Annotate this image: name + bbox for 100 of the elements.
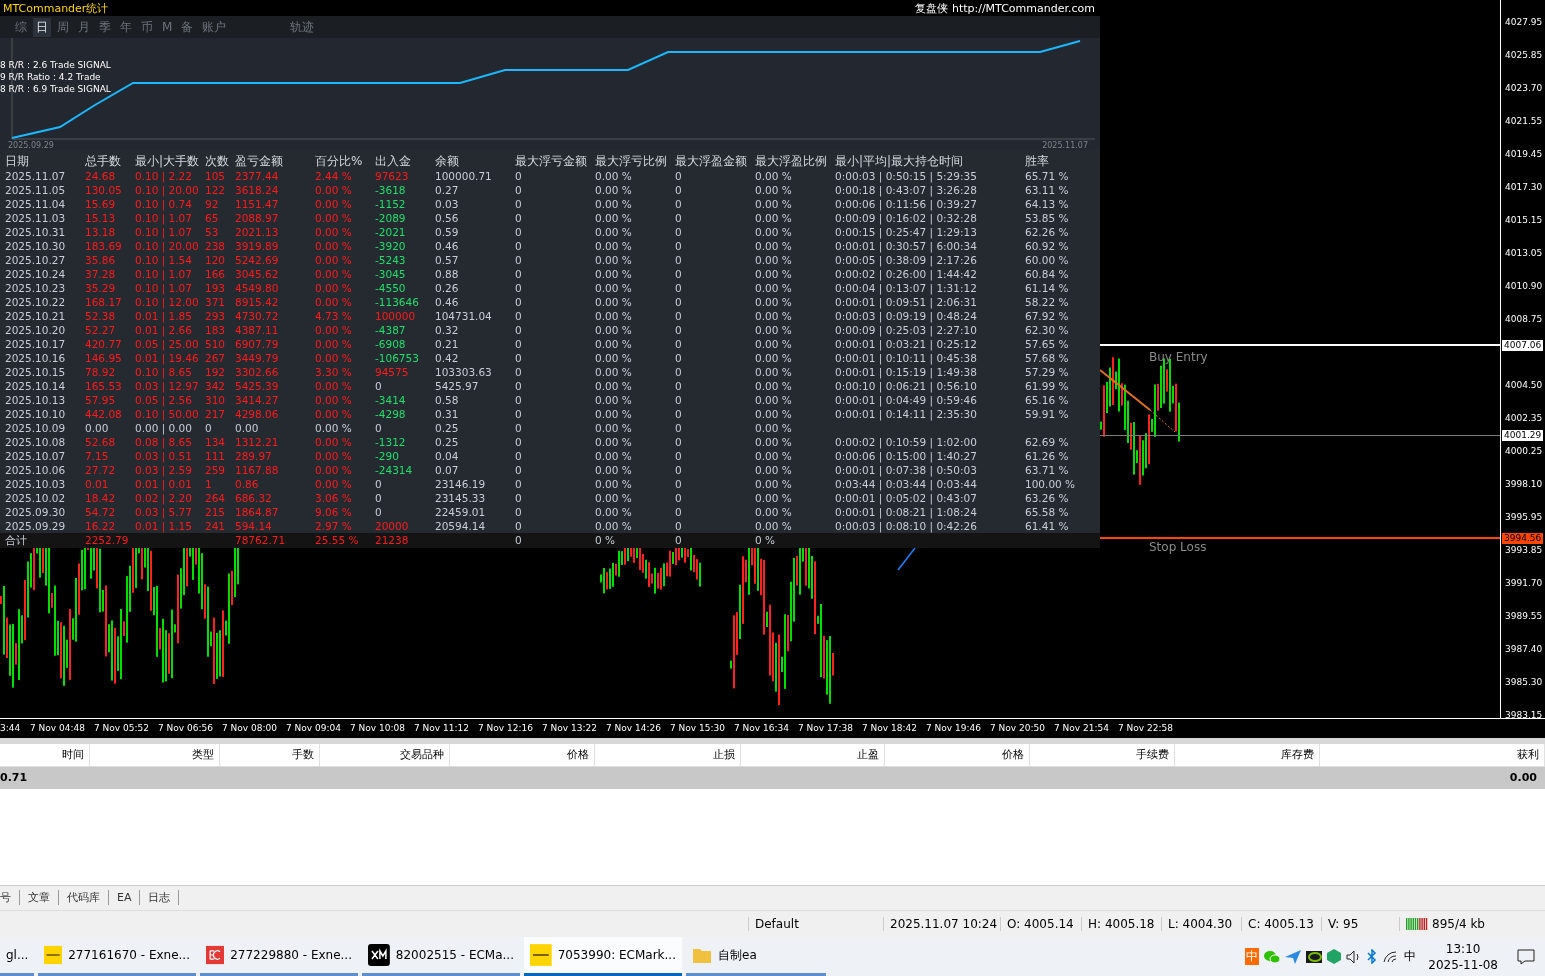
table-cell-text: 0 — [675, 365, 683, 379]
table-cell-text: 0.00 % — [315, 449, 353, 463]
table-cell-text: 0 — [675, 267, 683, 281]
wifi-icon[interactable] — [1382, 949, 1399, 964]
column-header[interactable]: 止损 — [595, 743, 741, 766]
period-tab[interactable]: 币 — [138, 17, 156, 37]
table-cell-text: 120 — [205, 253, 227, 267]
column-header: 总手数 — [85, 154, 122, 169]
bluetooth-icon[interactable] — [1367, 949, 1378, 964]
column-header[interactable]: 时间 — [0, 743, 90, 766]
table-cell-text: 2025.10.09 — [5, 421, 67, 435]
table-cell-text: 0.00 % — [315, 295, 353, 309]
table-cell-text: 0:00:02 | 0:10:59 | 1:02:00 — [835, 435, 978, 449]
period-tab[interactable]: 备 — [178, 17, 197, 37]
table-cell-text: 4387.11 — [235, 323, 280, 337]
table-cell-text: 0.25 — [435, 435, 460, 449]
site-link[interactable]: 复盘侠 http://MTCommander.com — [915, 0, 1095, 16]
period-tab[interactable]: 周 — [54, 17, 72, 37]
time-tick: 7 Nov 06:56 — [158, 723, 213, 734]
table-cell-text: 0 — [675, 225, 683, 239]
taskbar-item[interactable]: 277161670 - Exne... — [38, 937, 196, 976]
column-header: 百分比% — [315, 154, 364, 169]
column-header[interactable]: 价格 — [885, 743, 1030, 766]
table-cell-text: 0 — [515, 519, 523, 533]
column-header: 最小|平均|最大持仓时间 — [835, 154, 965, 169]
table-cell-text: 92 — [205, 197, 220, 211]
terminal-tab[interactable]: 日志 — [140, 890, 180, 906]
table-cell-text: 0.00 % — [755, 505, 793, 519]
period-tab[interactable]: 日 — [33, 17, 51, 37]
table-cell-text: 2.97 % — [315, 519, 353, 533]
input-method-indicator[interactable]: 中 — [1403, 948, 1418, 965]
table-cell-text: 264 — [205, 491, 227, 505]
period-tab[interactable]: 年 — [117, 17, 135, 37]
notification-icon[interactable] — [1517, 948, 1535, 965]
table-cell-text: 0.00 % — [755, 211, 793, 225]
table-cell-text: 61.41 % — [1025, 519, 1070, 533]
table-cell-text: 510 — [205, 337, 227, 351]
table-cell-text: 15.13 — [85, 211, 117, 225]
table-cell-text: 62.30 % — [1025, 323, 1070, 337]
column-header: 余额 — [435, 154, 460, 169]
table-cell-text: 0 — [515, 267, 523, 281]
table-cell-text: 0 — [675, 281, 683, 295]
column-header[interactable]: 手续费 — [1030, 743, 1175, 766]
table-cell-text: 0.00 % — [595, 169, 633, 183]
table-cell-text: 0.05 | 2.56 — [135, 393, 193, 407]
table-cell-text: 0 — [675, 477, 683, 491]
taskbar-item[interactable]: 自制ea — [686, 937, 826, 976]
table-cell-text: 2025.10.10 — [5, 407, 67, 421]
table-cell-text: 0 — [675, 211, 683, 225]
period-tab[interactable]: 轨迹 — [287, 17, 318, 37]
price-tick: 4002.35 — [1504, 412, 1544, 425]
table-cell-text: 0.00 % — [315, 477, 353, 491]
table-cell-text: 0.00 % — [315, 407, 353, 421]
period-tab[interactable]: 账户 — [199, 17, 230, 37]
taskbar-item[interactable]: 82002515 - ECMa... — [362, 937, 520, 976]
table-cell-text: 0 — [375, 379, 383, 393]
app-icon — [368, 944, 390, 966]
table-cell-text: 217 — [205, 407, 227, 421]
column-header[interactable]: 手数 — [220, 743, 320, 766]
table-cell-text: 2025.09.30 — [5, 505, 67, 519]
column-header[interactable]: 止盈 — [741, 743, 885, 766]
chat-icon[interactable] — [1264, 949, 1281, 964]
column-header[interactable]: 交易品种 — [320, 743, 450, 766]
table-cell-text: 16.22 — [85, 519, 117, 533]
table-cell-text: 0 — [515, 309, 523, 323]
column-header[interactable]: 类型 — [90, 743, 220, 766]
table-cell-text: 4549.80 — [235, 281, 280, 295]
taskbar-clock[interactable]: 13:10 2025-11-08 — [1428, 940, 1498, 973]
time-tick: 7 Nov 05:52 — [94, 723, 149, 734]
time-tick: 7 Nov 04:48 — [30, 723, 85, 734]
price-tick: 3989.55 — [1504, 610, 1544, 623]
column-header[interactable]: 库存费 — [1175, 743, 1320, 766]
period-tab[interactable]: 综 — [12, 17, 30, 37]
terminal-tab[interactable]: 号 — [0, 890, 20, 906]
app-icon — [44, 944, 63, 966]
price-tick: 4010.90 — [1504, 280, 1544, 293]
column-header[interactable]: 价格 — [450, 743, 595, 766]
hexagon-icon[interactable] — [1327, 949, 1342, 964]
table-cell-text: 13.18 — [85, 225, 117, 239]
chart-note: 8 R/R : 2.6 Trade SIGNAL — [0, 59, 111, 71]
table-cell-text: 0.26 — [435, 281, 460, 295]
period-tab[interactable]: 季 — [96, 17, 114, 37]
taskbar-item[interactable]: 277229880 - Exne... — [200, 937, 358, 976]
period-tab[interactable]: M — [159, 19, 176, 35]
column-header: 最大浮盈比例 — [755, 154, 828, 169]
taskbar-item[interactable]: gl... — [0, 937, 34, 976]
terminal-tab[interactable]: 文章 — [20, 890, 59, 906]
table-cell-text: 103303.63 — [435, 365, 493, 379]
column-header[interactable]: 获利 — [1320, 743, 1545, 766]
table-cell-text: 0 — [675, 295, 683, 309]
table-cell-text: -24314 — [375, 463, 414, 477]
terminal-tab[interactable]: EA — [109, 890, 141, 906]
eye-logo-icon[interactable] — [1306, 950, 1323, 963]
taskbar-item[interactable]: 7053990: ECMark... — [524, 937, 682, 976]
table-cell-text: 65.16 % — [1025, 393, 1070, 407]
total-cell-text: 合计 — [5, 534, 28, 547]
period-tab[interactable]: 月 — [75, 17, 93, 37]
table-cell-text: 1151.47 — [235, 197, 280, 211]
table-cell-text: 0:00:09 | 0:25:03 | 2:27:10 — [835, 323, 978, 337]
terminal-tab[interactable]: 代码库 — [59, 890, 109, 906]
